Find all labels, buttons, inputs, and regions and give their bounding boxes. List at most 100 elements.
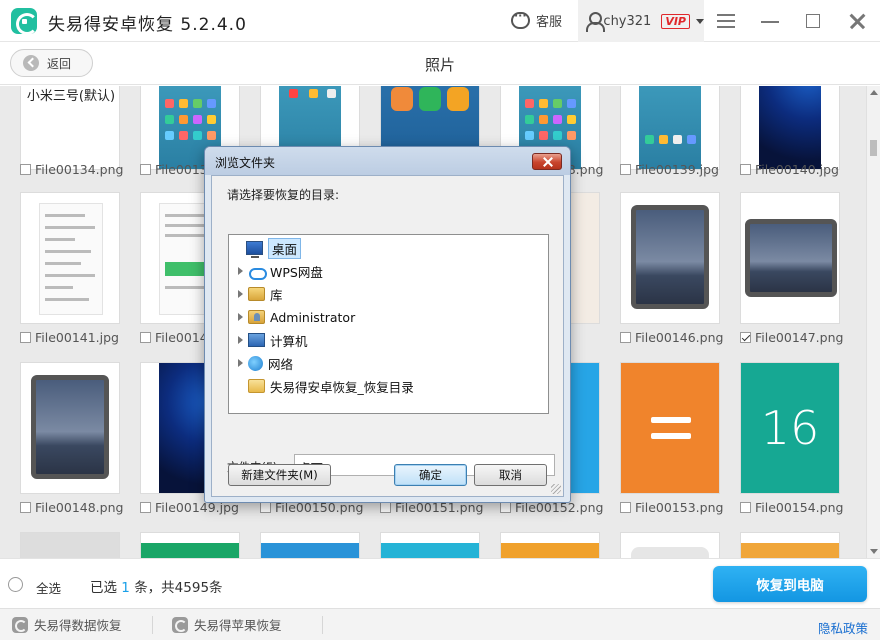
username: chy321 xyxy=(603,13,652,29)
file-checkbox-checked[interactable] xyxy=(740,332,751,343)
footer-link-label: 失易得数据恢复 xyxy=(34,618,122,633)
tree-item[interactable]: 失易得安卓恢复_恢复目录 xyxy=(238,376,414,396)
expand-arrow-icon[interactable] xyxy=(238,359,243,367)
file-checkbox[interactable] xyxy=(260,502,271,513)
dialog-close-icon[interactable] xyxy=(532,153,562,170)
app-logo-icon xyxy=(172,616,188,633)
select-all-label[interactable]: 全选 xyxy=(36,578,61,597)
photo-thumbnail[interactable] xyxy=(260,532,360,558)
file-checkbox[interactable] xyxy=(620,164,631,175)
photo-thumbnail[interactable] xyxy=(740,532,840,558)
expand-arrow-icon[interactable] xyxy=(238,336,243,344)
resize-grip-icon[interactable] xyxy=(551,484,561,494)
file-checkbox-row[interactable]: File00153.png xyxy=(620,500,723,515)
select-all-radio[interactable] xyxy=(8,577,23,592)
photo-thumbnail[interactable] xyxy=(500,532,600,558)
file-checkbox-row[interactable]: File00147.png xyxy=(740,330,843,345)
cancel-button[interactable]: 取消 xyxy=(474,464,547,486)
photo-thumbnail[interactable] xyxy=(740,86,840,170)
footer-link-ios-recovery[interactable]: 失易得苹果恢复 xyxy=(172,609,282,640)
file-checkbox[interactable] xyxy=(20,332,31,343)
tree-item-label: 桌面 xyxy=(268,237,302,259)
file-checkbox-row[interactable]: File00148.png xyxy=(20,500,123,515)
photo-thumbnail[interactable] xyxy=(620,532,720,558)
file-checkbox-row[interactable]: File00154.png xyxy=(740,500,843,515)
file-checkbox[interactable] xyxy=(620,502,631,513)
file-checkbox[interactable] xyxy=(740,164,751,175)
tree-item[interactable]: 网络 xyxy=(238,353,293,373)
tree-item[interactable]: 桌面 xyxy=(236,237,302,259)
library-icon xyxy=(248,287,265,301)
scrollbar-thumb[interactable] xyxy=(870,140,877,156)
file-checkbox-row[interactable]: File00140.jpg xyxy=(740,162,839,177)
photo-thumbnail[interactable]: 16 xyxy=(740,362,840,494)
minimize-icon[interactable] xyxy=(760,11,780,31)
tree-item[interactable]: 库 xyxy=(238,284,283,304)
title-bar: 失易得安卓恢复 5.2.4.0 客服 chy321 VIP xyxy=(0,0,880,42)
file-checkbox[interactable] xyxy=(140,332,151,343)
recover-to-pc-button[interactable]: 恢复到电脑 xyxy=(713,566,867,602)
tree-item[interactable]: WPS网盘 xyxy=(238,261,323,281)
file-checkbox[interactable] xyxy=(500,502,511,513)
photo-thumbnail[interactable] xyxy=(620,362,720,494)
menu-icon[interactable] xyxy=(716,11,736,31)
file-checkbox-row[interactable]: File00141.jpg xyxy=(20,330,119,345)
app-logo-icon xyxy=(11,8,38,35)
sub-header: 返回 照片 xyxy=(0,42,880,85)
file-checkbox[interactable] xyxy=(20,502,31,513)
privacy-policy-link[interactable]: 隐私政策 xyxy=(818,618,868,637)
photo-thumbnail[interactable] xyxy=(740,192,840,324)
photo-thumbnail[interactable] xyxy=(380,532,480,558)
file-checkbox[interactable] xyxy=(380,502,391,513)
tree-item[interactable]: 计算机 xyxy=(238,330,308,350)
app-logo-icon xyxy=(12,616,28,633)
file-checkbox[interactable] xyxy=(620,332,631,343)
photo-thumbnail[interactable] xyxy=(20,362,120,494)
tree-item-label: WPS网盘 xyxy=(270,264,323,280)
maximize-icon[interactable] xyxy=(803,11,823,31)
tree-item[interactable]: Administrator xyxy=(238,307,355,327)
summary-prefix: 已选 xyxy=(90,580,117,596)
ok-button[interactable]: 确定 xyxy=(394,464,467,486)
tree-item-label: Administrator xyxy=(270,309,356,325)
folder-tree[interactable]: 桌面 WPS网盘库 Administrator 计算机网络失易得安卓恢复_恢复目录 xyxy=(228,234,549,414)
vertical-scrollbar[interactable] xyxy=(866,86,880,558)
customer-service-button[interactable]: 客服 xyxy=(511,9,563,30)
expand-arrow-icon[interactable] xyxy=(238,267,243,275)
app-title: 失易得安卓恢复 5.2.4.0 xyxy=(48,15,247,35)
file-checkbox-row[interactable]: File00134.png xyxy=(20,162,123,177)
scroll-down-icon[interactable] xyxy=(870,549,878,554)
photo-thumbnail[interactable] xyxy=(20,192,120,324)
expand-arrow-icon[interactable] xyxy=(238,313,243,321)
scroll-up-icon[interactable] xyxy=(870,90,878,95)
selection-bar: 全选 已选 1 条，共4595条 恢复到电脑 xyxy=(0,558,880,608)
new-folder-button[interactable]: 新建文件夹(M) xyxy=(228,464,331,486)
photo-thumbnail[interactable] xyxy=(20,532,120,558)
photo-thumbnail[interactable]: 小米三号(默认) xyxy=(20,86,120,170)
file-checkbox[interactable] xyxy=(140,502,151,513)
file-checkbox[interactable] xyxy=(740,502,751,513)
file-checkbox[interactable] xyxy=(20,164,31,175)
file-checkbox-row[interactable]: File00139.jpg xyxy=(620,162,719,177)
photo-thumbnail[interactable] xyxy=(620,192,720,324)
tree-item-label: 计算机 xyxy=(270,333,308,349)
selected-count: 1 xyxy=(121,580,130,596)
user-account-menu[interactable]: chy321 VIP xyxy=(578,0,704,42)
file-checkbox-row[interactable]: File00146.png xyxy=(620,330,723,345)
thumbnail-caption: 小米三号(默认) xyxy=(26,89,116,104)
photo-thumbnail[interactable] xyxy=(620,86,720,170)
footer-link-data-recovery[interactable]: 失易得数据恢复 xyxy=(12,609,122,640)
file-checkbox[interactable] xyxy=(140,164,151,175)
dialog-prompt: 请选择要恢复的目录: xyxy=(227,188,340,202)
photo-thumbnail[interactable] xyxy=(140,532,240,558)
footer-link-label: 失易得苹果恢复 xyxy=(194,618,282,633)
expand-arrow-icon[interactable] xyxy=(238,290,243,298)
footer: 失易得数据恢复 失易得苹果恢复 隐私政策 xyxy=(0,608,880,640)
user-icon xyxy=(586,12,606,32)
summary-suffix: 条，共4595条 xyxy=(134,580,223,596)
file-name: File00148.png xyxy=(35,500,124,515)
desktop-icon xyxy=(246,241,263,258)
dialog-title-bar[interactable]: 浏览文件夹 xyxy=(205,147,570,175)
customer-service-label: 客服 xyxy=(536,15,563,30)
close-icon[interactable] xyxy=(847,11,867,31)
